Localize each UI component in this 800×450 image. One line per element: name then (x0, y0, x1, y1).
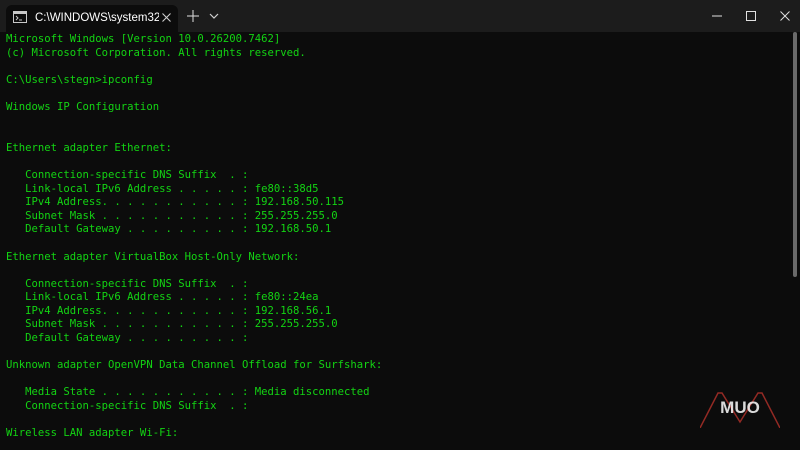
terminal-line: IPv4 Address. . . . . . . . . . . : 192.… (6, 304, 332, 317)
terminal-window: C:\WINDOWS\system32\cmd. (0, 0, 800, 450)
new-tab-plus-icon[interactable] (186, 9, 200, 23)
chevron-down-icon[interactable] (208, 11, 220, 21)
terminal-line: Connection-specific DNS Suffix . : (6, 168, 249, 181)
watermark-text: MUO (720, 398, 760, 417)
terminal-line: Microsoft Windows [Version 10.0.26200.74… (6, 33, 281, 45)
terminal-line: Subnet Mask . . . . . . . . . . . : 255.… (6, 318, 338, 331)
scrollbar-thumb[interactable] (793, 32, 797, 277)
terminal-line: Wireless LAN adapter Wi-Fi: (6, 427, 179, 440)
tab-close-icon[interactable] (161, 12, 172, 23)
terminal-line: Link-local IPv6 Address . . . . . : fe80… (6, 291, 319, 304)
maximize-icon (746, 11, 756, 21)
terminal-line: Default Gateway . . . . . . . . . : (6, 332, 249, 345)
terminal-line: Connection-specific DNS Suffix . : (6, 400, 249, 413)
terminal-line: Connection-specific DNS Suffix . : (6, 277, 249, 290)
cmd-icon (13, 11, 27, 23)
terminal-output[interactable]: Microsoft Windows [Version 10.0.26200.74… (6, 33, 796, 450)
terminal-line: Ethernet adapter Ethernet: (6, 141, 172, 154)
terminal-line: C:\Users\stegn>ipconfig (6, 73, 153, 86)
terminal-line: Ethernet adapter VirtualBox Host-Only Ne… (6, 250, 300, 263)
terminal-line: (c) Microsoft Corporation. All rights re… (6, 46, 306, 59)
tab-cmd[interactable]: C:\WINDOWS\system32\cmd. (6, 5, 178, 32)
close-icon (780, 11, 790, 21)
tab-title: C:\WINDOWS\system32\cmd. (35, 12, 159, 24)
terminal-line: Media State . . . . . . . . . . . : Medi… (6, 386, 370, 399)
terminal-line: Subnet Mask . . . . . . . . . . . : 255.… (6, 209, 338, 222)
minimize-icon (712, 15, 722, 17)
muo-logo-watermark: MUO (700, 392, 780, 428)
terminal-line: Windows IP Configuration (6, 100, 160, 113)
terminal-line: Link-local IPv6 Address . . . . . : fe80… (6, 182, 319, 195)
terminal-line: IPv4 Address. . . . . . . . . . . : 192.… (6, 196, 345, 209)
terminal-line: Default Gateway . . . . . . . . . : 192.… (6, 223, 332, 236)
title-bar: C:\WINDOWS\system32\cmd. (0, 0, 800, 32)
terminal-line: Unknown adapter OpenVPN Data Channel Off… (6, 359, 383, 372)
close-window-button[interactable] (762, 0, 800, 32)
